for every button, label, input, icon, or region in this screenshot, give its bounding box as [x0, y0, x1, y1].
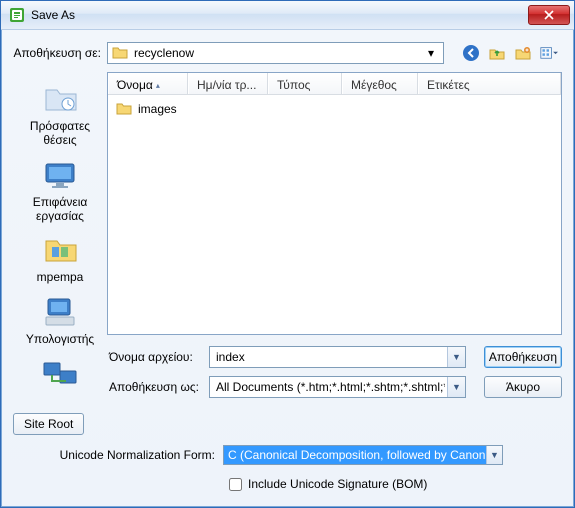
- normalization-value: C (Canonical Decomposition, followed by …: [228, 448, 486, 462]
- column-size[interactable]: Μέγεθος: [342, 73, 418, 94]
- titlebar[interactable]: Save As: [1, 1, 574, 30]
- file-list: Όνομα▴ Ημ/νία τρ... Τύπος Μέγεθος Ετικέτ…: [107, 72, 562, 335]
- back-icon[interactable]: [462, 44, 480, 62]
- filename-dropdown[interactable]: ▼: [447, 347, 465, 367]
- form-rows: Όνομα αρχείου: ▼ Αποθήκευση Αποθήκευση ω…: [107, 345, 562, 399]
- saveastype-label: Αποθήκευση ως:: [109, 380, 209, 394]
- chevron-down-icon: ▾: [423, 46, 439, 60]
- list-item-name: images: [138, 102, 177, 116]
- dialog-body: Αποθήκευση σε: recyclenow ▾ Πρόσφατε: [1, 30, 574, 507]
- sort-asc-icon: ▴: [156, 81, 160, 90]
- place-computer[interactable]: Υπολογιστής: [18, 289, 102, 351]
- place-label: Πρόσφατες θέσεις: [20, 120, 100, 148]
- new-folder-icon[interactable]: [514, 44, 532, 62]
- bom-row: Include Unicode Signature (BOM): [13, 473, 562, 495]
- saveastype-dropdown[interactable]: ▼: [447, 377, 465, 397]
- column-date[interactable]: Ημ/νία τρ...: [188, 73, 268, 94]
- column-type[interactable]: Τύπος: [268, 73, 342, 94]
- right-side: Όνομα▴ Ημ/νία τρ... Τύπος Μέγεθος Ετικέτ…: [107, 72, 562, 399]
- column-tags[interactable]: Ετικέτες: [418, 73, 561, 94]
- save-in-row: Αποθήκευση σε: recyclenow ▾: [13, 40, 562, 66]
- save-in-folder-name: recyclenow: [134, 46, 423, 60]
- folder-icon: [112, 45, 128, 61]
- site-root-button[interactable]: Site Root: [13, 413, 84, 435]
- filename-input[interactable]: [209, 346, 466, 368]
- app-icon: [9, 7, 25, 23]
- column-name[interactable]: Όνομα▴: [108, 73, 188, 94]
- save-button[interactable]: Αποθήκευση: [484, 346, 562, 368]
- place-userfolder[interactable]: mpempa: [18, 227, 102, 289]
- list-body[interactable]: images: [108, 95, 561, 334]
- normalization-label: Unicode Normalization Form:: [13, 448, 223, 462]
- nav-icons: [462, 44, 562, 62]
- recent-places-icon: [40, 82, 80, 116]
- save-in-label: Αποθήκευση σε:: [13, 46, 107, 60]
- network-icon: [40, 357, 80, 391]
- bom-checkbox[interactable]: [229, 478, 242, 491]
- save-in-combo[interactable]: recyclenow ▾: [107, 42, 444, 64]
- cancel-button[interactable]: Άκυρο: [484, 376, 562, 398]
- saveastype-row: Αποθήκευση ως: ▼ Άκυρο: [109, 375, 562, 399]
- window-title: Save As: [31, 8, 528, 22]
- place-label: mpempa: [20, 271, 100, 285]
- place-network[interactable]: [18, 351, 102, 399]
- save-as-dialog: Save As Αποθήκευση σε: recyclenow ▾: [0, 0, 575, 508]
- close-button[interactable]: [528, 5, 570, 25]
- computer-icon: [40, 295, 80, 329]
- up-folder-icon[interactable]: [488, 44, 506, 62]
- view-menu-icon[interactable]: [540, 44, 558, 62]
- main-area: Πρόσφατες θέσεις Επιφάνεια εργασίας mpem…: [13, 72, 562, 399]
- bottom-block: Site Root Unicode Normalization Form: C …: [13, 413, 562, 495]
- place-desktop[interactable]: Επιφάνεια εργασίας: [18, 152, 102, 228]
- folder-icon: [116, 101, 132, 117]
- desktop-icon: [40, 158, 80, 192]
- place-label: Υπολογιστής: [20, 333, 100, 347]
- user-folder-icon: [40, 233, 80, 267]
- filename-row: Όνομα αρχείου: ▼ Αποθήκευση: [109, 345, 562, 369]
- chevron-down-icon: ▼: [486, 446, 502, 464]
- list-header: Όνομα▴ Ημ/νία τρ... Τύπος Μέγεθος Ετικέτ…: [108, 73, 561, 95]
- place-label: Επιφάνεια εργασίας: [20, 196, 100, 224]
- bom-label: Include Unicode Signature (BOM): [248, 477, 427, 491]
- place-recent[interactable]: Πρόσφατες θέσεις: [18, 76, 102, 152]
- places-bar: Πρόσφατες θέσεις Επιφάνεια εργασίας mpem…: [13, 72, 107, 399]
- normalization-row: Unicode Normalization Form: C (Canonical…: [13, 443, 562, 467]
- saveastype-combo[interactable]: [209, 376, 466, 398]
- filename-label: Όνομα αρχείου:: [109, 350, 209, 364]
- normalization-combo[interactable]: C (Canonical Decomposition, followed by …: [223, 445, 503, 465]
- list-item[interactable]: images: [112, 99, 557, 119]
